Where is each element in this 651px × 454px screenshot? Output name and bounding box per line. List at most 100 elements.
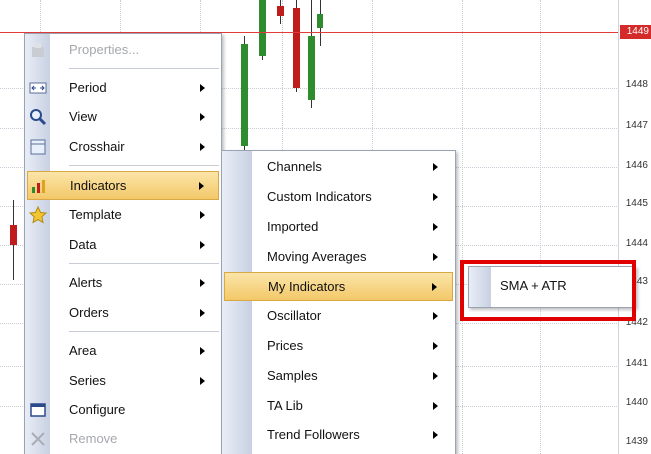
submenu-item-custom-indicators[interactable]: Custom Indicators: [222, 183, 455, 212]
menu-item-label: Series: [69, 373, 106, 388]
price-tick: 1448: [625, 79, 648, 90]
menu-item-crosshair[interactable]: Crosshair: [25, 133, 221, 162]
star-icon: [28, 205, 48, 224]
submenu-arrow-icon: [200, 241, 205, 249]
callout-highlight-box: [460, 260, 636, 321]
menu-item-label: Configure: [69, 402, 126, 417]
price-tick: 1440: [625, 397, 648, 408]
menu-item-label: Area: [69, 343, 97, 358]
menu-item-area[interactable]: Area: [25, 337, 221, 366]
price-axis[interactable]: 1448 1447 1446 1445 1444 1443 1442 1441 …: [618, 0, 651, 454]
submenu-arrow-icon: [200, 84, 205, 92]
menu-item-label: Prices: [267, 338, 304, 353]
menu-item-label: Samples: [267, 368, 318, 383]
submenu-item-ta-lib[interactable]: TA Lib: [222, 392, 455, 421]
submenu-arrow-icon: [433, 193, 438, 201]
submenu-item-moving-averages[interactable]: Moving Averages: [222, 243, 455, 272]
menu-item-view[interactable]: View: [25, 103, 221, 132]
candle: [293, 8, 300, 88]
menu-item-label: Custom Indicators: [267, 189, 372, 204]
grid-line: [462, 0, 463, 454]
menu-item-label: Crosshair: [69, 139, 125, 154]
submenu-arrow-icon: [433, 253, 438, 261]
submenu-arrow-icon: [433, 163, 438, 171]
indicators-submenu: Channels Custom Indicators Imported Movi…: [221, 150, 456, 454]
magnifier-icon: [29, 108, 47, 126]
menu-item-remove[interactable]: Remove: [25, 425, 221, 454]
candle: [277, 6, 284, 16]
submenu-arrow-icon: [433, 223, 438, 231]
menu-item-indicators[interactable]: Indicators: [27, 171, 219, 200]
submenu-arrow-icon: [200, 143, 205, 151]
submenu-arrow-icon: [433, 431, 438, 439]
menu-item-label: Channels: [267, 159, 322, 174]
submenu-arrow-icon: [433, 312, 438, 320]
grid-line: [540, 0, 541, 454]
menu-item-label: Remove: [69, 431, 118, 446]
properties-icon: [29, 41, 47, 59]
price-tick: 1445: [625, 198, 648, 209]
menu-item-label: Imported: [267, 219, 319, 234]
submenu-arrow-icon: [199, 182, 204, 190]
menu-item-label: My Indicators: [268, 279, 346, 294]
submenu-arrow-icon: [200, 113, 205, 121]
price-tick: 1439: [625, 436, 648, 447]
price-tick: 1444: [625, 238, 648, 249]
period-icon: [29, 79, 47, 97]
menu-item-series[interactable]: Series: [25, 367, 221, 396]
price-tick: 1447: [625, 120, 648, 131]
menu-separator: [69, 263, 219, 264]
submenu-arrow-icon: [200, 377, 205, 385]
menu-item-period[interactable]: Period: [25, 74, 221, 103]
menu-item-template[interactable]: Template: [25, 201, 221, 230]
menu-item-label: Properties...: [69, 42, 140, 57]
menu-separator: [69, 331, 219, 332]
candle: [10, 225, 17, 245]
submenu-item-samples[interactable]: Samples: [222, 362, 455, 391]
menu-item-label: Orders: [69, 305, 109, 320]
current-price-badge: 1449: [620, 25, 651, 39]
submenu-arrow-icon: [200, 211, 205, 219]
submenu-item-trend-followers[interactable]: Trend Followers: [222, 421, 455, 450]
close-icon: [29, 430, 47, 448]
menu-item-label: Moving Averages: [267, 249, 367, 264]
submenu-item-my-indicators[interactable]: My Indicators: [224, 272, 453, 301]
submenu-item-prices[interactable]: Prices: [222, 332, 455, 361]
menu-item-label: Trend Followers: [267, 427, 360, 442]
menu-separator: [69, 68, 219, 69]
candle: [308, 36, 315, 100]
menu-item-label: Data: [69, 237, 97, 252]
submenu-arrow-icon: [432, 283, 437, 291]
candle: [241, 44, 248, 146]
submenu-arrow-icon: [433, 342, 438, 350]
menu-separator: [69, 165, 219, 166]
menu-item-label: TA Lib: [267, 398, 303, 413]
submenu-item-imported[interactable]: Imported: [222, 213, 455, 242]
candle: [259, 0, 266, 56]
candle: [317, 14, 323, 28]
indicators-icon: [30, 177, 48, 195]
menu-item-label: View: [69, 109, 97, 124]
submenu-item-channels[interactable]: Channels: [222, 153, 455, 182]
submenu-arrow-icon: [433, 372, 438, 380]
menu-item-properties[interactable]: Properties...: [25, 36, 221, 65]
submenu-arrow-icon: [200, 279, 205, 287]
menu-item-label: Template: [69, 207, 122, 222]
window-icon: [29, 401, 47, 419]
crosshair-icon: [29, 138, 47, 156]
menu-item-data[interactable]: Data: [25, 231, 221, 260]
chart-window: 1448 1447 1446 1445 1444 1443 1442 1441 …: [0, 0, 651, 454]
chart-context-menu: Properties... Period View Crosshair Indi…: [24, 33, 222, 454]
menu-item-alerts[interactable]: Alerts: [25, 269, 221, 298]
submenu-arrow-icon: [200, 347, 205, 355]
menu-item-label: Oscillator: [267, 308, 322, 323]
menu-item-label: Indicators: [70, 178, 127, 193]
price-tick: 1441: [625, 358, 648, 369]
menu-item-orders[interactable]: Orders: [25, 299, 221, 328]
menu-item-label: Period: [69, 80, 107, 95]
price-tick: 1446: [625, 160, 648, 171]
menu-item-configure[interactable]: Configure: [25, 396, 221, 425]
submenu-item-oscillator[interactable]: Oscillator: [222, 302, 455, 331]
menu-item-label: Alerts: [69, 275, 103, 290]
submenu-arrow-icon: [200, 309, 205, 317]
